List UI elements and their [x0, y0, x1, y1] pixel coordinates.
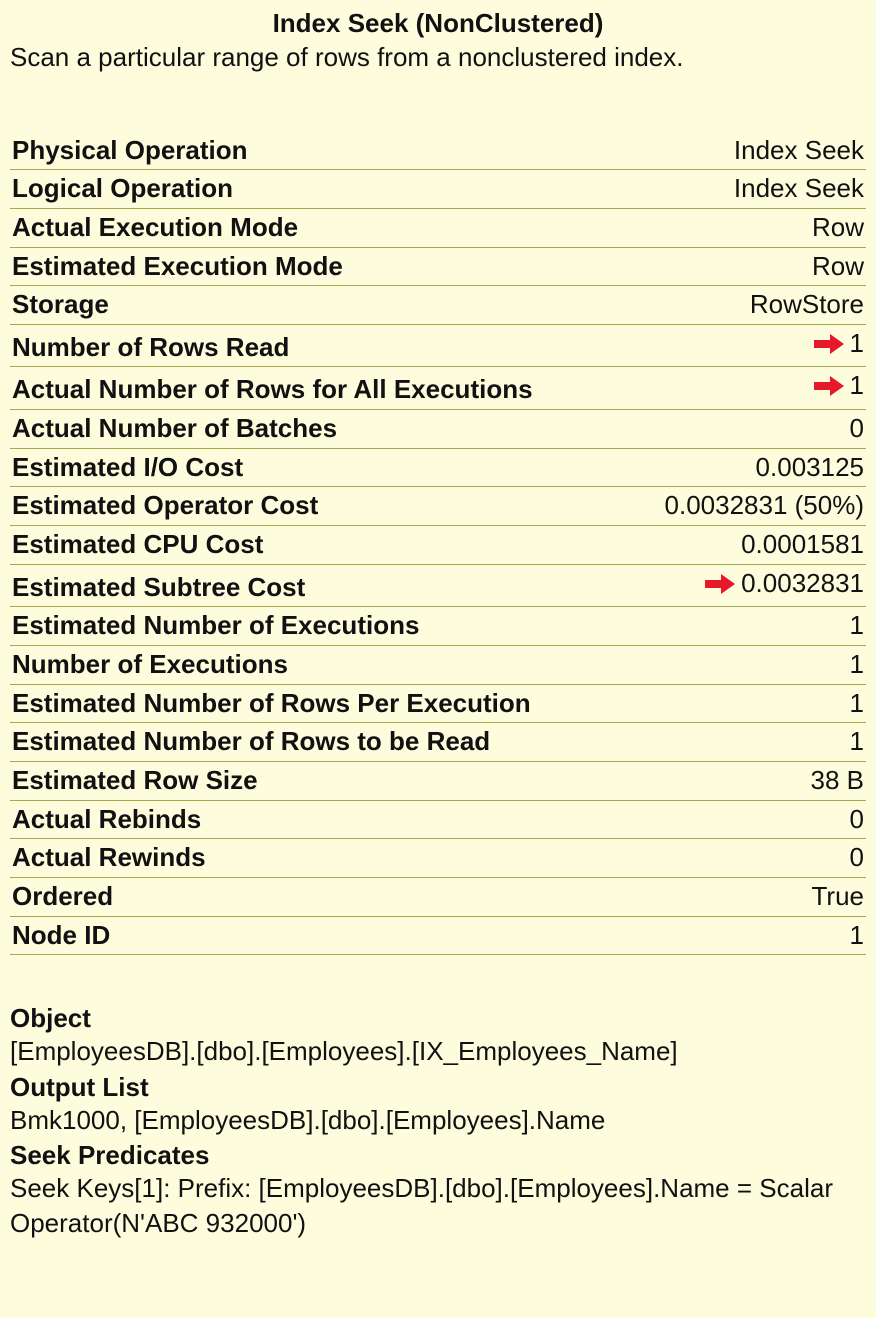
property-value: 38 B [811, 762, 865, 800]
property-value-wrap: 1 [850, 646, 864, 684]
property-row: Estimated I/O Cost 0.003125 [10, 449, 866, 488]
property-value-wrap: Index Seek [734, 170, 864, 208]
property-label: Number of Executions [12, 646, 288, 684]
property-value-wrap: Index Seek [734, 132, 864, 170]
property-value-wrap: 1 [850, 685, 864, 723]
highlight-arrow-icon [812, 374, 846, 398]
property-value-wrap: True [812, 878, 865, 916]
property-value: Row [812, 209, 864, 247]
property-value: 0.003125 [756, 449, 864, 487]
property-label: Estimated I/O Cost [12, 449, 243, 487]
property-label: Estimated Execution Mode [12, 248, 343, 286]
property-value-wrap: 1 [812, 367, 864, 405]
property-row: Storage RowStore [10, 286, 866, 325]
property-value-wrap: 1 [850, 607, 864, 645]
property-label: Actual Execution Mode [12, 209, 298, 247]
property-value-wrap: 0.0001581 [741, 526, 864, 564]
property-row: Logical Operation Index Seek [10, 170, 866, 209]
property-row: Actual Number of Rows for All Executions… [10, 367, 866, 410]
highlight-arrow-icon [812, 332, 846, 356]
property-label: Node ID [12, 917, 110, 955]
property-row: Actual Number of Batches 0 [10, 410, 866, 449]
property-row: Estimated Number of Rows Per Execution 1 [10, 685, 866, 724]
property-row: Estimated Execution Mode Row [10, 248, 866, 287]
property-value: 1 [850, 325, 864, 363]
property-label: Number of Rows Read [12, 329, 289, 367]
property-row: Actual Execution Mode Row [10, 209, 866, 248]
property-value: 0 [850, 839, 864, 877]
property-label: Estimated Number of Rows to be Read [12, 723, 490, 761]
property-label: Physical Operation [12, 132, 248, 170]
property-label: Logical Operation [12, 170, 233, 208]
property-label: Estimated Subtree Cost [12, 569, 305, 607]
tooltip-panel: Index Seek (NonClustered) Scan a particu… [0, 0, 876, 1261]
property-label: Actual Number of Rows for All Executions [12, 371, 533, 409]
property-value: 1 [850, 685, 864, 723]
property-value: 0 [850, 410, 864, 448]
property-row: Ordered True [10, 878, 866, 917]
property-value: 0 [850, 801, 864, 839]
property-value-wrap: RowStore [750, 286, 864, 324]
property-value-wrap: 38 B [811, 762, 865, 800]
section-value: Seek Keys[1]: Prefix: [EmployeesDB].[dbo… [10, 1171, 866, 1241]
operator-description: Scan a particular range of rows from a n… [10, 41, 866, 74]
property-value: 0.0032831 (50%) [665, 487, 864, 525]
property-value: 0.0001581 [741, 526, 864, 564]
property-label: Ordered [12, 878, 113, 916]
property-value: 1 [850, 367, 864, 405]
section-value: [EmployeesDB].[dbo].[Employees].[IX_Empl… [10, 1034, 866, 1069]
property-label: Actual Rebinds [12, 801, 201, 839]
property-row: Number of Rows Read 1 [10, 325, 866, 368]
highlight-arrow-icon [703, 572, 737, 596]
operator-title: Index Seek (NonClustered) [10, 8, 866, 39]
property-label: Estimated Row Size [12, 762, 258, 800]
property-value-wrap: 1 [850, 723, 864, 761]
property-label: Estimated Number of Executions [12, 607, 419, 645]
section-label: Output List [10, 1072, 866, 1103]
property-label: Estimated CPU Cost [12, 526, 263, 564]
property-row: Actual Rewinds 0 [10, 839, 866, 878]
detail-sections: Object[EmployeesDB].[dbo].[Employees].[I… [10, 1003, 866, 1240]
property-value-wrap: 1 [812, 325, 864, 363]
property-row: Estimated Number of Executions 1 [10, 607, 866, 646]
property-value: 1 [850, 723, 864, 761]
property-value: Row [812, 248, 864, 286]
property-rows: Physical OperationIndex SeekLogical Oper… [10, 132, 866, 956]
property-label: Estimated Number of Rows Per Execution [12, 685, 531, 723]
property-value: 1 [850, 607, 864, 645]
property-value: 1 [850, 646, 864, 684]
property-value: True [812, 878, 865, 916]
property-value-wrap: 0.0032831 (50%) [665, 487, 864, 525]
property-value-wrap: Row [812, 248, 864, 286]
property-value-wrap: 0 [850, 410, 864, 448]
property-row: Actual Rebinds 0 [10, 801, 866, 840]
property-value-wrap: 0.0032831 [703, 565, 864, 603]
property-value-wrap: 0 [850, 801, 864, 839]
property-row: Estimated Subtree Cost 0.0032831 [10, 565, 866, 608]
property-value: Index Seek [734, 170, 864, 208]
section-label: Seek Predicates [10, 1140, 866, 1171]
property-row: Estimated Row Size 38 B [10, 762, 866, 801]
property-value: Index Seek [734, 132, 864, 170]
section-label: Object [10, 1003, 866, 1034]
property-row: Estimated Number of Rows to be Read 1 [10, 723, 866, 762]
property-row: Node ID 1 [10, 917, 866, 956]
property-row: Estimated CPU Cost 0.0001581 [10, 526, 866, 565]
section-value: Bmk1000, [EmployeesDB].[dbo].[Employees]… [10, 1103, 866, 1138]
property-label: Actual Number of Batches [12, 410, 337, 448]
property-value-wrap: 1 [850, 917, 864, 955]
property-row: Estimated Operator Cost 0.0032831 (50%) [10, 487, 866, 526]
property-value-wrap: 0.003125 [756, 449, 864, 487]
property-label: Storage [12, 286, 109, 324]
property-value-wrap: Row [812, 209, 864, 247]
property-row: Physical Operation Index Seek [10, 132, 866, 171]
property-label: Estimated Operator Cost [12, 487, 318, 525]
property-row: Number of Executions 1 [10, 646, 866, 685]
property-value-wrap: 0 [850, 839, 864, 877]
property-value: 1 [850, 917, 864, 955]
property-label: Actual Rewinds [12, 839, 206, 877]
property-value: RowStore [750, 286, 864, 324]
property-value: 0.0032831 [741, 565, 864, 603]
